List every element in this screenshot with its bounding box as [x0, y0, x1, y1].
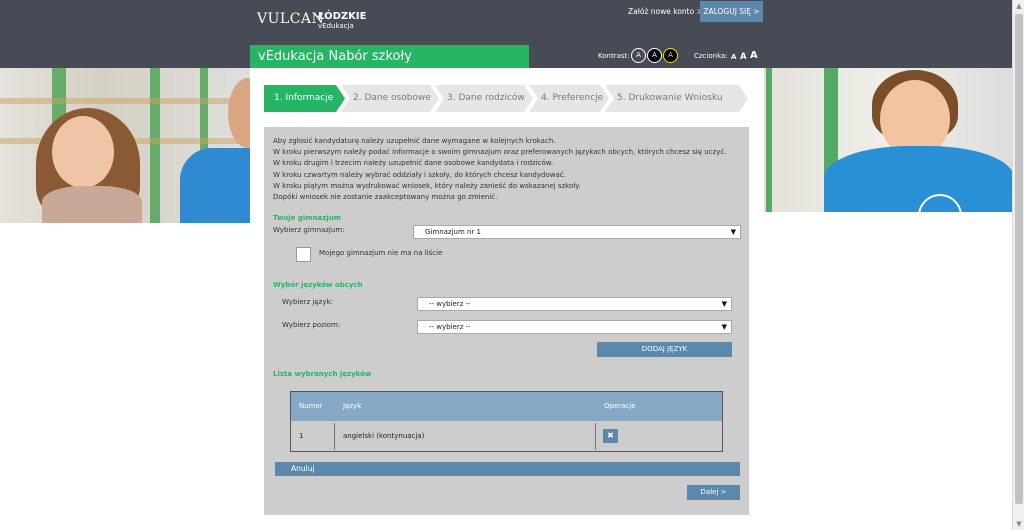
- scroll-up-icon[interactable]: ▲: [1015, 2, 1023, 10]
- level-select[interactable]: -- wybierz -- ▼: [417, 320, 732, 334]
- create-account-link[interactable]: Załóż nowe konto >: [628, 7, 703, 16]
- cell-language: angielski (kontynuacja): [343, 432, 425, 440]
- main-panel: Aby zgłosić kandydaturę należy uzupełnić…: [264, 127, 749, 515]
- no-gimnazjum-checkbox[interactable]: [296, 247, 311, 262]
- page-scrollbar[interactable]: ▲ ▼: [1012, 0, 1024, 530]
- intro-line: W kroku pierwszym należy podać informacj…: [273, 148, 727, 157]
- chevron-down-icon: ▼: [730, 228, 736, 236]
- page-title: vEdukacja Nabór szkoły ponadgimnazjalne: [250, 45, 529, 87]
- vulcan-logo-text: VULCAN: [257, 11, 325, 27]
- intro-text: Aby zgłosić kandydaturę należy uzupełnić…: [273, 136, 743, 203]
- language-select[interactable]: -- wybierz -- ▼: [417, 297, 732, 311]
- region-logo[interactable]: ŁÓDZKIE vEdukacja: [318, 11, 367, 31]
- scroll-down-icon[interactable]: ▼: [1015, 520, 1023, 528]
- intro-line: W kroku piątym można wydrukować wniosek,…: [273, 181, 581, 190]
- step-dane-rodzicow[interactable]: 3. Dane rodziców: [435, 85, 533, 112]
- banner-image-right: [764, 68, 1012, 212]
- level-select-label: Wybierz poziom:: [282, 321, 341, 329]
- region-logo-text: ŁÓDZKIE: [318, 11, 367, 22]
- font-medium-button[interactable]: A: [740, 52, 747, 62]
- step-preferencje[interactable]: 4. Preferencje: [529, 85, 609, 112]
- selected-languages-table: Numer Język Operacje 1 angielski (kontyn…: [290, 391, 723, 452]
- font-size-label: Czcionka:: [694, 52, 728, 60]
- cell-number: 1: [299, 432, 304, 440]
- section-title-languages: Wybór języków obcych: [273, 281, 363, 289]
- font-small-button[interactable]: A: [731, 53, 736, 61]
- banner-image-left: [0, 68, 250, 223]
- language-select-value: -- wybierz --: [429, 300, 471, 308]
- font-large-button[interactable]: A: [750, 50, 758, 61]
- table-header: Numer Język Operacje: [291, 392, 722, 421]
- close-icon: ✖: [607, 431, 614, 440]
- section-title-selected-languages: Lista wybranych języków: [273, 370, 372, 378]
- column-header-operacje: Operacje: [604, 402, 636, 410]
- step-drukowanie-wniosku[interactable]: 5. Drukowanie Wniosku: [605, 85, 748, 112]
- wizard-steps: 1. Informacje 2. Dane osobowe 3. Dane ro…: [264, 85, 748, 112]
- gimnazjum-select[interactable]: Gimnazjum nr 1 ▼: [413, 225, 741, 239]
- cancel-button[interactable]: Anuluj: [275, 462, 740, 476]
- no-gimnazjum-checkbox-label: Mojego gimnazjum nie ma na liście: [319, 249, 443, 257]
- next-button[interactable]: Dalej >: [687, 485, 740, 500]
- contrast-black-white-button[interactable]: A: [647, 48, 662, 63]
- gimnazjum-select-value: Gimnazjum nr 1: [425, 228, 482, 236]
- contrast-label: Kontrast:: [598, 52, 630, 60]
- contrast-black-yellow-button[interactable]: A: [663, 48, 678, 63]
- intro-line: Aby zgłosić kandydaturę należy uzupełnić…: [273, 137, 556, 145]
- column-header-jezyk: Język: [343, 402, 362, 410]
- step-informacje[interactable]: 1. Informacje: [264, 85, 345, 112]
- region-logo-subtext: vEdukacja: [318, 22, 354, 30]
- scrollbar-thumb[interactable]: [1015, 14, 1023, 504]
- step-dane-osobowe[interactable]: 2. Dane osobowe: [341, 85, 439, 112]
- contrast-default-button[interactable]: A: [631, 48, 646, 63]
- chevron-down-icon: ▼: [721, 300, 727, 308]
- level-select-value: -- wybierz --: [429, 323, 471, 331]
- intro-line: Dopóki wniosek nie zostanie zaakceptowan…: [273, 193, 498, 202]
- chevron-down-icon: ▼: [721, 323, 727, 331]
- section-title-gimnazjum: Twoje gimnazjum: [273, 214, 342, 222]
- intro-line: W kroku czwartym należy wybrać oddziały …: [273, 170, 566, 179]
- column-header-numer: Numer: [299, 402, 323, 410]
- vulcan-logo[interactable]: VULCAN: [257, 11, 324, 28]
- intro-line: W kroku drugim i trzecim należy uzupełni…: [273, 159, 554, 168]
- gimnazjum-select-label: Wybierz gimnazjum:: [273, 226, 345, 234]
- language-select-label: Wybierz język:: [282, 298, 333, 306]
- delete-row-button[interactable]: ✖: [603, 429, 618, 443]
- add-language-button[interactable]: DODAJ JĘZYK: [597, 342, 732, 357]
- login-button[interactable]: ZALOGUJ SIĘ >: [700, 1, 763, 22]
